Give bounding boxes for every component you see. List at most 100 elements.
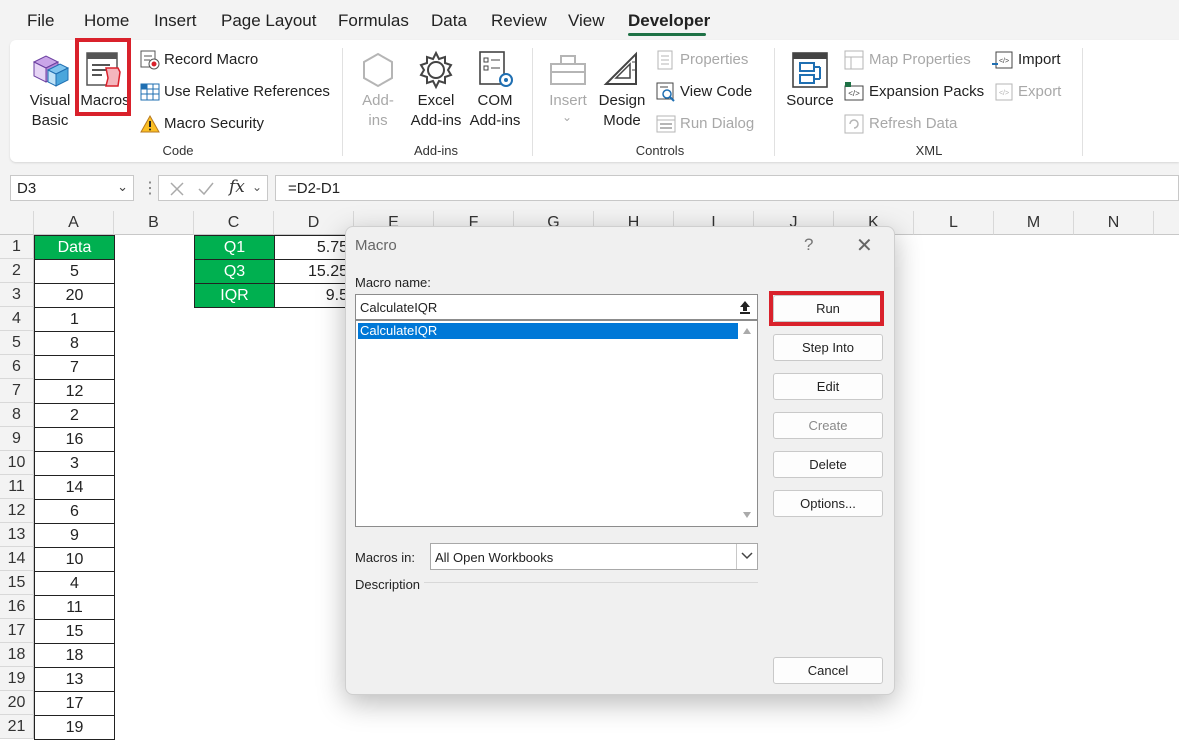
data-cell[interactable]: 12 — [34, 379, 115, 404]
data-cell[interactable]: 17 — [34, 691, 115, 716]
data-cell[interactable]: 7 — [34, 355, 115, 380]
row-header-19[interactable]: 19 — [0, 667, 34, 691]
menu-view[interactable]: View — [568, 11, 605, 31]
row-header-18[interactable]: 18 — [0, 643, 34, 667]
warning-icon[interactable] — [140, 114, 160, 134]
design-mode-icon[interactable] — [602, 48, 642, 90]
help-button[interactable]: ? — [804, 235, 813, 255]
column-header-d[interactable]: D — [274, 211, 354, 235]
menu-page-layout[interactable]: Page Layout — [221, 11, 316, 31]
menu-file[interactable]: File — [27, 11, 54, 31]
close-icon[interactable]: ✕ — [856, 233, 873, 258]
options-button[interactable]: Options... — [773, 490, 883, 517]
row-header-2[interactable]: 2 — [0, 259, 34, 283]
row-header-11[interactable]: 11 — [0, 475, 34, 499]
row-header-21[interactable]: 21 — [0, 715, 34, 739]
excel-addins-label[interactable]: Excel Add-ins — [406, 91, 466, 131]
column-header-c[interactable]: C — [194, 211, 274, 235]
stat-value-cell[interactable]: 9.5 — [274, 283, 355, 308]
data-cell[interactable]: 3 — [34, 451, 115, 476]
row-header-8[interactable]: 8 — [0, 403, 34, 427]
name-box[interactable]: D3 ⌄ — [10, 175, 134, 201]
row-header-13[interactable]: 13 — [0, 523, 34, 547]
import-icon[interactable]: </> — [992, 50, 1014, 70]
dropdown-button[interactable] — [736, 544, 757, 569]
row-header-4[interactable]: 4 — [0, 307, 34, 331]
use-relative-references-label[interactable]: Use Relative References — [164, 83, 330, 100]
row-header-12[interactable]: 12 — [0, 499, 34, 523]
import-label[interactable]: Import — [1018, 51, 1061, 68]
data-cell[interactable]: 20 — [34, 283, 115, 308]
row-header-20[interactable]: 20 — [0, 691, 34, 715]
chevron-down-icon[interactable]: ⌄ — [252, 180, 262, 194]
cancel-button[interactable]: Cancel — [773, 657, 883, 684]
macros-in-select[interactable]: All Open Workbooks — [430, 543, 758, 570]
row-header-10[interactable]: 10 — [0, 451, 34, 475]
list-item[interactable]: CalculateIQR — [358, 323, 738, 339]
xml-source-icon[interactable] — [790, 50, 830, 90]
column-header-m[interactable]: M — [994, 211, 1074, 235]
row-header-5[interactable]: 5 — [0, 331, 34, 355]
column-header-l[interactable]: L — [914, 211, 994, 235]
data-cell[interactable]: 10 — [34, 547, 115, 572]
expansion-packs-label[interactable]: Expansion Packs — [869, 83, 984, 100]
step-into-button[interactable]: Step Into — [773, 334, 883, 361]
row-header-3[interactable]: 3 — [0, 283, 34, 307]
data-cell[interactable]: 19 — [34, 715, 115, 740]
data-cell[interactable]: 14 — [34, 475, 115, 500]
scroll-down-icon[interactable] — [742, 511, 752, 519]
stat-value-cell[interactable]: 5.75 — [274, 235, 355, 260]
data-cell[interactable]: 6 — [34, 499, 115, 524]
chevron-down-icon[interactable]: ⌄ — [117, 179, 128, 195]
row-header-17[interactable]: 17 — [0, 619, 34, 643]
data-cell[interactable]: 15 — [34, 619, 115, 644]
row-header-6[interactable]: 6 — [0, 355, 34, 379]
row-header-14[interactable]: 14 — [0, 547, 34, 571]
edit-button[interactable]: Edit — [773, 373, 883, 400]
stat-value-cell[interactable]: 15.25 — [274, 259, 355, 284]
com-addins-label[interactable]: COM Add-ins — [465, 91, 525, 131]
column-header-n[interactable]: N — [1074, 211, 1154, 235]
macros-listbox[interactable]: CalculateIQR — [355, 320, 758, 527]
scroll-up-icon[interactable] — [742, 327, 752, 335]
macro-name-input[interactable]: CalculateIQR — [355, 294, 758, 320]
row-header-16[interactable]: 16 — [0, 595, 34, 619]
menu-developer[interactable]: Developer — [628, 11, 710, 31]
confirm-entry-icon[interactable] — [197, 181, 215, 197]
row-header-7[interactable]: 7 — [0, 379, 34, 403]
data-cell[interactable]: 18 — [34, 643, 115, 668]
stat-label-cell[interactable]: Q1 — [194, 235, 275, 260]
data-cell[interactable]: 9 — [34, 523, 115, 548]
stat-label-cell[interactable]: Q3 — [194, 259, 275, 284]
row-header-1[interactable]: 1 — [0, 235, 34, 259]
data-cell[interactable]: 16 — [34, 427, 115, 452]
insert-function-icon[interactable]: fx — [229, 177, 245, 197]
xml-source-label[interactable]: Source — [782, 91, 838, 111]
view-code-icon[interactable] — [656, 82, 676, 102]
data-cell[interactable]: 2 — [34, 403, 115, 428]
formula-input[interactable]: =D2-D1 — [275, 175, 1179, 201]
row-header-9[interactable]: 9 — [0, 427, 34, 451]
data-cell[interactable]: 5 — [34, 259, 115, 284]
menu-formulas[interactable]: Formulas — [338, 11, 409, 31]
stat-label-cell[interactable]: IQR — [194, 283, 275, 308]
data-cell[interactable]: 1 — [34, 307, 115, 332]
data-cell[interactable]: 11 — [34, 595, 115, 620]
header-cell-data[interactable]: Data — [34, 235, 115, 260]
cancel-entry-icon[interactable] — [169, 181, 185, 197]
com-addins-icon[interactable] — [476, 50, 516, 90]
design-mode-label[interactable]: Design Mode — [594, 91, 650, 131]
view-code-label[interactable]: View Code — [680, 83, 752, 100]
select-all-corner[interactable] — [0, 211, 34, 235]
menu-insert[interactable]: Insert — [154, 11, 197, 31]
data-cell[interactable]: 8 — [34, 331, 115, 356]
row-header-15[interactable]: 15 — [0, 571, 34, 595]
macro-security-label[interactable]: Macro Security — [164, 115, 264, 132]
data-cell[interactable]: 4 — [34, 571, 115, 596]
menu-home[interactable]: Home — [84, 11, 129, 31]
collapse-dialog-icon[interactable] — [736, 298, 754, 316]
visual-basic-label[interactable]: Visual Basic — [28, 91, 72, 131]
more-options-icon[interactable]: ⋮ — [142, 178, 158, 198]
excel-addins-gear-icon[interactable] — [416, 50, 456, 90]
menu-data[interactable]: Data — [431, 11, 467, 31]
